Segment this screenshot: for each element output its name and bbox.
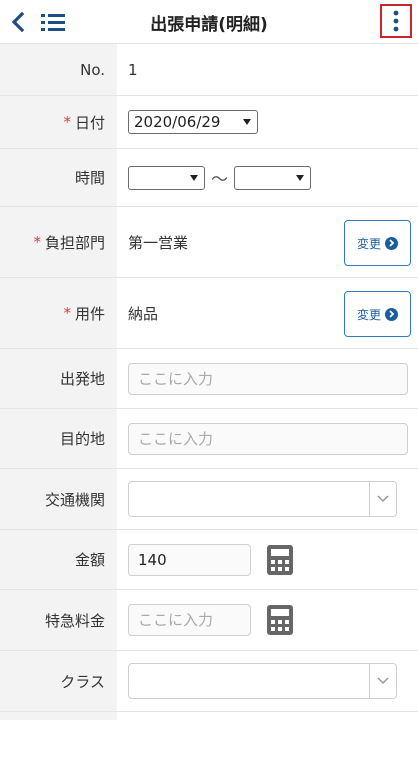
dropdown-arrow-icon xyxy=(243,119,251,125)
row-departure: 出発地 xyxy=(0,349,418,409)
row-partial xyxy=(0,712,418,720)
label-department: * 負担部門 xyxy=(0,207,117,277)
row-no: No. 1 xyxy=(0,44,418,96)
label-transport: 交通機関 xyxy=(0,469,117,529)
row-class: クラス xyxy=(0,651,418,712)
row-date: * 日付 2020/06/29 xyxy=(0,96,418,149)
arrow-right-circle-icon xyxy=(385,236,398,250)
destination-input[interactable] xyxy=(128,422,408,455)
vertical-dots-icon xyxy=(393,10,399,32)
row-purpose: * 用件 納品 変更 xyxy=(0,278,418,349)
departure-input[interactable] xyxy=(128,362,408,395)
change-department-button[interactable]: 変更 xyxy=(344,220,411,266)
label-departure: 出発地 xyxy=(0,349,117,408)
calculator-icon[interactable] xyxy=(266,544,294,576)
required-mark: * xyxy=(63,304,71,322)
label-class: クラス xyxy=(0,651,117,711)
chevron-left-icon xyxy=(11,11,25,33)
dropdown-arrow-icon xyxy=(190,174,198,181)
required-mark: * xyxy=(63,113,71,131)
label-destination: 目的地 xyxy=(0,409,117,468)
purpose-value: 納品 xyxy=(128,304,159,323)
chevron-down-icon xyxy=(377,677,389,685)
time-end-select[interactable] xyxy=(234,165,311,190)
express-fee-input[interactable] xyxy=(128,604,251,636)
row-amount: 金額 xyxy=(0,530,418,590)
transport-dropdown-button[interactable] xyxy=(369,482,396,516)
time-separator: 〜 xyxy=(211,170,228,190)
detail-form: No. 1 * 日付 2020/06/29 時間 〜 * 負担部門 第一営業 変… xyxy=(0,44,418,720)
department-value: 第一営業 xyxy=(128,233,189,252)
label-purpose: * 用件 xyxy=(0,278,117,348)
row-time: 時間 〜 xyxy=(0,149,418,207)
row-destination: 目的地 xyxy=(0,409,418,469)
change-purpose-button[interactable]: 変更 xyxy=(344,291,411,337)
dropdown-arrow-icon xyxy=(296,174,304,181)
transport-combobox[interactable] xyxy=(128,481,397,517)
no-value: 1 xyxy=(128,60,138,79)
label-no: No. xyxy=(0,44,117,95)
row-transport: 交通機関 xyxy=(0,469,418,530)
time-start-select[interactable] xyxy=(128,165,205,190)
label-partial xyxy=(0,712,117,720)
label-express-fee: 特急料金 xyxy=(0,590,117,650)
calculator-icon[interactable] xyxy=(266,604,294,636)
row-department: * 負担部門 第一営業 変更 xyxy=(0,207,418,278)
more-options-button[interactable] xyxy=(380,4,412,38)
label-date: * 日付 xyxy=(0,96,117,148)
row-express-fee: 特急料金 xyxy=(0,590,418,651)
amount-input[interactable] xyxy=(128,543,251,576)
chevron-down-icon xyxy=(377,495,389,503)
required-mark: * xyxy=(33,233,41,251)
class-combobox[interactable] xyxy=(128,663,397,699)
arrow-right-circle-icon xyxy=(385,307,398,321)
back-button[interactable] xyxy=(8,10,28,34)
class-dropdown-button[interactable] xyxy=(369,664,396,698)
label-amount: 金額 xyxy=(0,530,117,589)
label-time: 時間 xyxy=(0,149,117,206)
menu-list-button[interactable] xyxy=(40,11,66,33)
date-select[interactable]: 2020/06/29 xyxy=(128,110,258,134)
app-header: 出張申請(明細) xyxy=(0,0,418,44)
list-icon xyxy=(41,14,65,31)
